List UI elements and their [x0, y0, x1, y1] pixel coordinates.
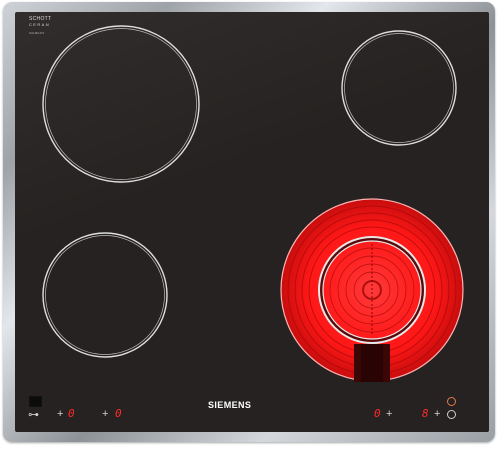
- cooking-zones: [42, 25, 464, 382]
- zone-rear-left-small: [42, 232, 168, 358]
- zone-display-1: 0: [68, 407, 75, 420]
- zone-front-left-large: [42, 25, 200, 183]
- zone-selector-icon-3[interactable]: +: [386, 407, 392, 421]
- zone-selector-icon-1[interactable]: +: [57, 407, 63, 421]
- zone-selector-icon-4[interactable]: +: [434, 407, 440, 421]
- stainless-frame: SCHOTT CERAN SIEMENS: [3, 2, 495, 442]
- ceramic-cooktop-surface: SCHOTT CERAN SIEMENS: [15, 12, 489, 432]
- zone-dual-active: [280, 198, 464, 382]
- zone-selector-icon-2[interactable]: +: [102, 407, 108, 421]
- zone-display-2: 0: [115, 407, 122, 420]
- timer-button[interactable]: [29, 396, 42, 407]
- dual-zone-icon[interactable]: [447, 397, 456, 406]
- zone-back-right: [341, 30, 457, 146]
- zone-display-3: 0: [374, 407, 381, 420]
- brand-logo: SIEMENS: [208, 400, 252, 410]
- zone-display-4: 8: [422, 407, 429, 420]
- lock-icon[interactable]: ⊶: [28, 408, 39, 422]
- power-icon[interactable]: [447, 410, 456, 419]
